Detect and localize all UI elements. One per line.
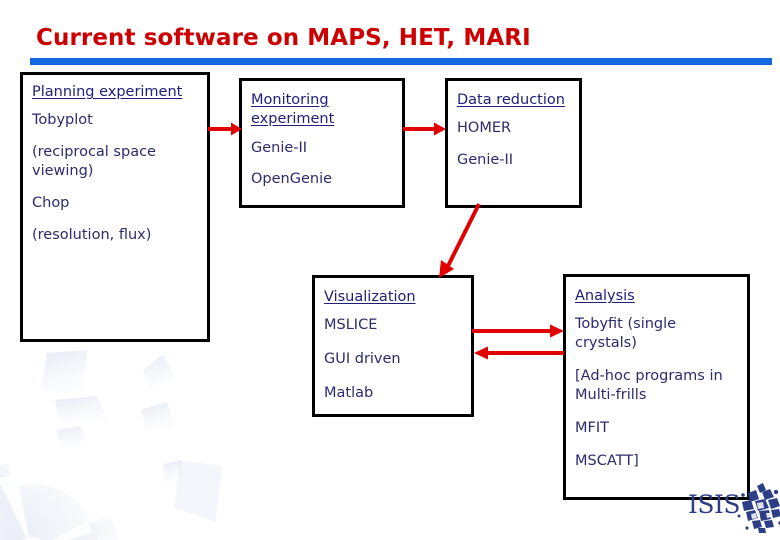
visualization-heading: Visualization (324, 289, 416, 305)
planning-item: (reciprocal space viewing) (32, 144, 156, 179)
arrow-monitoring-to-data-reduction (403, 120, 449, 138)
isis-starburst-icon (736, 483, 780, 537)
analysis-item: Tobyfit (single crystals) (575, 316, 677, 352)
arrow-visualization-to-analysis (472, 322, 568, 340)
analysis-item: [Ad-hoc programs in Multi-frills (575, 367, 723, 403)
monitoring-experiment-box: Monitoring experiment Genie-II OpenGenie (239, 78, 405, 208)
title-underline-rule (30, 58, 772, 65)
planning-item: Chop (32, 194, 70, 211)
isis-logo: ISIS (688, 483, 780, 535)
analysis-item: MFIT (575, 419, 609, 436)
data-reduction-item: HOMER (457, 120, 512, 137)
data-reduction-box: Data reduction HOMER Genie-II (445, 78, 582, 208)
slide-canvas: Current software on MAPS, HET, MARI Plan… (0, 0, 780, 540)
monitoring-item: OpenGenie (251, 171, 333, 188)
page-title: Current software on MAPS, HET, MARI (36, 25, 531, 51)
isis-wordmark: ISIS (688, 490, 741, 519)
planning-heading: Planning experiment (32, 84, 183, 100)
visualization-box: Visualization MSLICE GUI driven Matlab (312, 275, 474, 417)
analysis-heading: Analysis (575, 288, 635, 304)
monitoring-item: Genie-II (251, 139, 308, 156)
data-reduction-heading: Data reduction (457, 92, 565, 108)
background-watermark-gear (0, 455, 210, 540)
monitoring-heading: Monitoring experiment (251, 92, 335, 128)
planning-item: (resolution, flux) (32, 226, 152, 243)
arrow-data-reduction-to-visualization (430, 200, 490, 282)
analysis-box: Analysis Tobyfit (single crystals) [Ad-h… (563, 274, 750, 500)
analysis-item: MSCATT] (575, 452, 639, 469)
arrow-analysis-to-visualization (472, 344, 568, 362)
data-reduction-item: Genie-II (457, 152, 514, 169)
visualization-item: Matlab (324, 384, 374, 401)
planning-item: Tobyplot (32, 112, 93, 129)
planning-experiment-box: Planning experiment Tobyplot (reciprocal… (20, 72, 210, 342)
background-watermark-right-sliver (170, 460, 240, 540)
visualization-item: GUI driven (324, 351, 401, 368)
visualization-item: MSLICE (324, 317, 378, 334)
background-watermark-shards (35, 348, 225, 483)
